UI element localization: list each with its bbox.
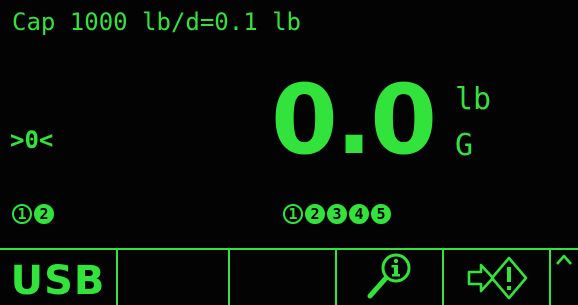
chevron-up-icon	[556, 254, 572, 265]
gross-mode-indicator: G	[455, 128, 474, 163]
weight-unit: lb	[455, 82, 492, 117]
range-indicator-1: 1	[283, 204, 303, 224]
target-transfer-icon	[467, 256, 527, 299]
terminal-display: Cap 1000 lb/d=0.1 lb >0< 0.0 lb G 1 2 1 …	[0, 0, 578, 305]
target-softkey[interactable]	[444, 250, 551, 305]
info-recall-softkey[interactable]	[337, 250, 444, 305]
scale-indicator-1[interactable]: 1	[12, 204, 32, 224]
range-indicator-5: 5	[371, 204, 391, 224]
range-indicator-4: 4	[349, 204, 369, 224]
range-indicators: 1 2 3 4 5	[283, 204, 391, 224]
center-of-zero-indicator: >0<	[10, 126, 54, 154]
scale-indicator-2[interactable]: 2	[34, 204, 54, 224]
usb-softkey[interactable]: USB	[0, 250, 118, 305]
softkey-3-blank[interactable]	[230, 250, 337, 305]
range-indicator-2: 2	[305, 204, 325, 224]
info-search-icon	[367, 253, 410, 298]
range-indicator-3: 3	[327, 204, 347, 224]
page-up-softkey[interactable]	[551, 250, 578, 305]
capacity-readout: Cap 1000 lb/d=0.1 lb	[12, 8, 301, 36]
usb-label: USB	[10, 257, 106, 304]
weight-display: 0.0	[270, 64, 437, 176]
softkey-2-blank[interactable]	[118, 250, 230, 305]
scale-selector: 1 2	[12, 204, 54, 224]
softkey-bar: USB	[0, 248, 578, 305]
